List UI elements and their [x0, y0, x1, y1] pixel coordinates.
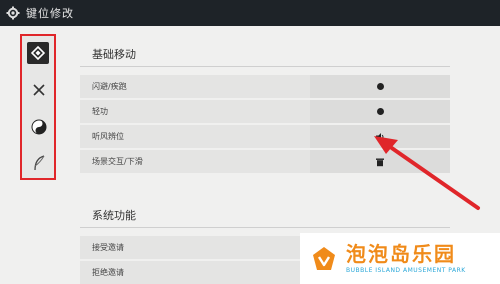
keybind-row[interactable]: 轻功: [80, 100, 450, 123]
category-rail: [20, 34, 56, 180]
keybind-label: 闪避/疾跑: [92, 82, 127, 91]
rail-item-system[interactable]: [30, 118, 48, 136]
section-title-movement: 基础移动: [80, 46, 450, 67]
watermark-subtitle: BUBBLE ISLAND AMUSEMENT PARK: [346, 267, 466, 274]
section-title-system: 系统功能: [80, 207, 450, 228]
keybind-row[interactable]: 闪避/疾跑: [80, 75, 450, 98]
keybind-button[interactable]: [310, 125, 450, 148]
gear-icon: [6, 6, 20, 20]
rail-item-other[interactable]: [30, 154, 48, 172]
keybind-label: 接受邀请: [92, 243, 124, 252]
keybind-label: 场景交互/下滑: [92, 157, 143, 166]
watermark-title: 泡泡岛乐园: [346, 242, 456, 266]
trash-icon: [376, 158, 384, 166]
keybind-label: 轻功: [92, 107, 108, 116]
swords-icon: [33, 84, 45, 96]
yin-yang-icon: [31, 119, 47, 135]
keybind-row[interactable]: 听风辨位: [80, 125, 450, 148]
keybind-button[interactable]: [310, 100, 450, 123]
brand-logo-icon: [313, 246, 335, 270]
diamond-icon: [31, 46, 45, 60]
keybind-button[interactable]: [310, 150, 450, 173]
keybind-row[interactable]: 场景交互/下滑: [80, 150, 450, 173]
dot-icon: [376, 108, 384, 115]
page-title: 键位修改: [26, 7, 74, 20]
keybind-button[interactable]: [310, 75, 450, 98]
speaker-icon: [376, 132, 384, 141]
rail-item-combat[interactable]: [30, 81, 48, 99]
feather-icon: [34, 155, 45, 171]
keybind-label: 拒绝邀请: [92, 268, 124, 277]
dot-icon: [376, 83, 384, 90]
title-bar: 键位修改: [0, 0, 500, 26]
keybind-label: 听风辨位: [92, 132, 124, 141]
watermark-logo: 泡泡岛乐园 BUBBLE ISLAND AMUSEMENT PARK: [300, 233, 500, 284]
rail-item-movement[interactable]: [27, 42, 49, 64]
